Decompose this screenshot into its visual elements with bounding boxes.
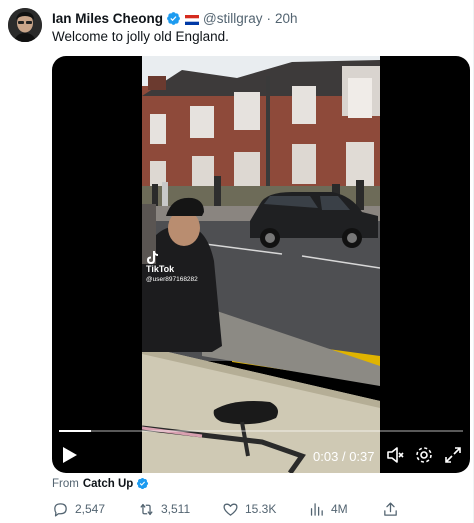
tweet-actions: 2,547 3,511 15.3K 4M bbox=[52, 499, 470, 519]
tiktok-user: @user897168282 bbox=[146, 276, 198, 283]
from-label: From bbox=[52, 477, 79, 490]
like-icon bbox=[223, 503, 238, 516]
video-time: 0:03 / 0:37 bbox=[313, 449, 375, 464]
tweet-header: Ian Miles Cheong @stillgray · 20h bbox=[52, 9, 298, 27]
tiktok-logo-icon bbox=[146, 251, 158, 264]
separator-dot: · bbox=[266, 10, 271, 26]
repost-button[interactable]: 3,511 bbox=[138, 499, 190, 519]
author-handle[interactable]: @stillgray bbox=[203, 11, 262, 26]
author-name[interactable]: Ian Miles Cheong bbox=[52, 11, 163, 26]
video-progress-bar[interactable] bbox=[59, 430, 463, 432]
flag-icon bbox=[185, 13, 200, 25]
tweet-text: Welcome to jolly old England. bbox=[52, 29, 229, 44]
video-current-time: 0:03 bbox=[313, 449, 339, 464]
reply-count: 2,547 bbox=[75, 502, 106, 516]
video-time-separator: / bbox=[341, 449, 346, 464]
fullscreen-icon[interactable] bbox=[443, 445, 463, 465]
like-button[interactable]: 15.3K bbox=[222, 499, 276, 519]
like-count: 15.3K bbox=[245, 502, 277, 516]
verified-icon bbox=[166, 11, 181, 26]
tweet-timestamp[interactable]: 20h bbox=[275, 11, 298, 26]
video-duration: 0:37 bbox=[349, 449, 375, 464]
mute-icon[interactable] bbox=[385, 445, 405, 465]
views-count: 4M bbox=[331, 502, 348, 516]
reply-icon bbox=[54, 502, 67, 517]
share-icon bbox=[384, 501, 397, 516]
tiktok-watermark: TikTok @user897168282 bbox=[146, 251, 198, 285]
reply-button[interactable]: 2,547 bbox=[52, 499, 105, 519]
views-button[interactable]: 4M bbox=[308, 499, 348, 519]
repost-count: 3,511 bbox=[161, 502, 191, 516]
tweet: Ian Miles Cheong @stillgray · 20h Welcom… bbox=[0, 0, 474, 523]
verified-icon bbox=[136, 477, 149, 490]
video-player[interactable]: TikTok @user897168282 0:03 / 0:37 bbox=[52, 56, 470, 473]
avatar[interactable] bbox=[8, 8, 42, 42]
views-icon bbox=[310, 502, 323, 516]
video-progress-fill bbox=[59, 430, 92, 432]
source-name[interactable]: Catch Up bbox=[83, 478, 133, 490]
settings-icon[interactable] bbox=[414, 445, 434, 465]
source-attribution: From Catch Up bbox=[52, 477, 149, 490]
share-button[interactable] bbox=[382, 499, 405, 519]
play-icon[interactable] bbox=[62, 446, 78, 464]
tiktok-label: TikTok bbox=[146, 264, 175, 274]
repost-icon bbox=[140, 503, 153, 515]
video-controls: 0:03 / 0:37 bbox=[52, 441, 470, 471]
